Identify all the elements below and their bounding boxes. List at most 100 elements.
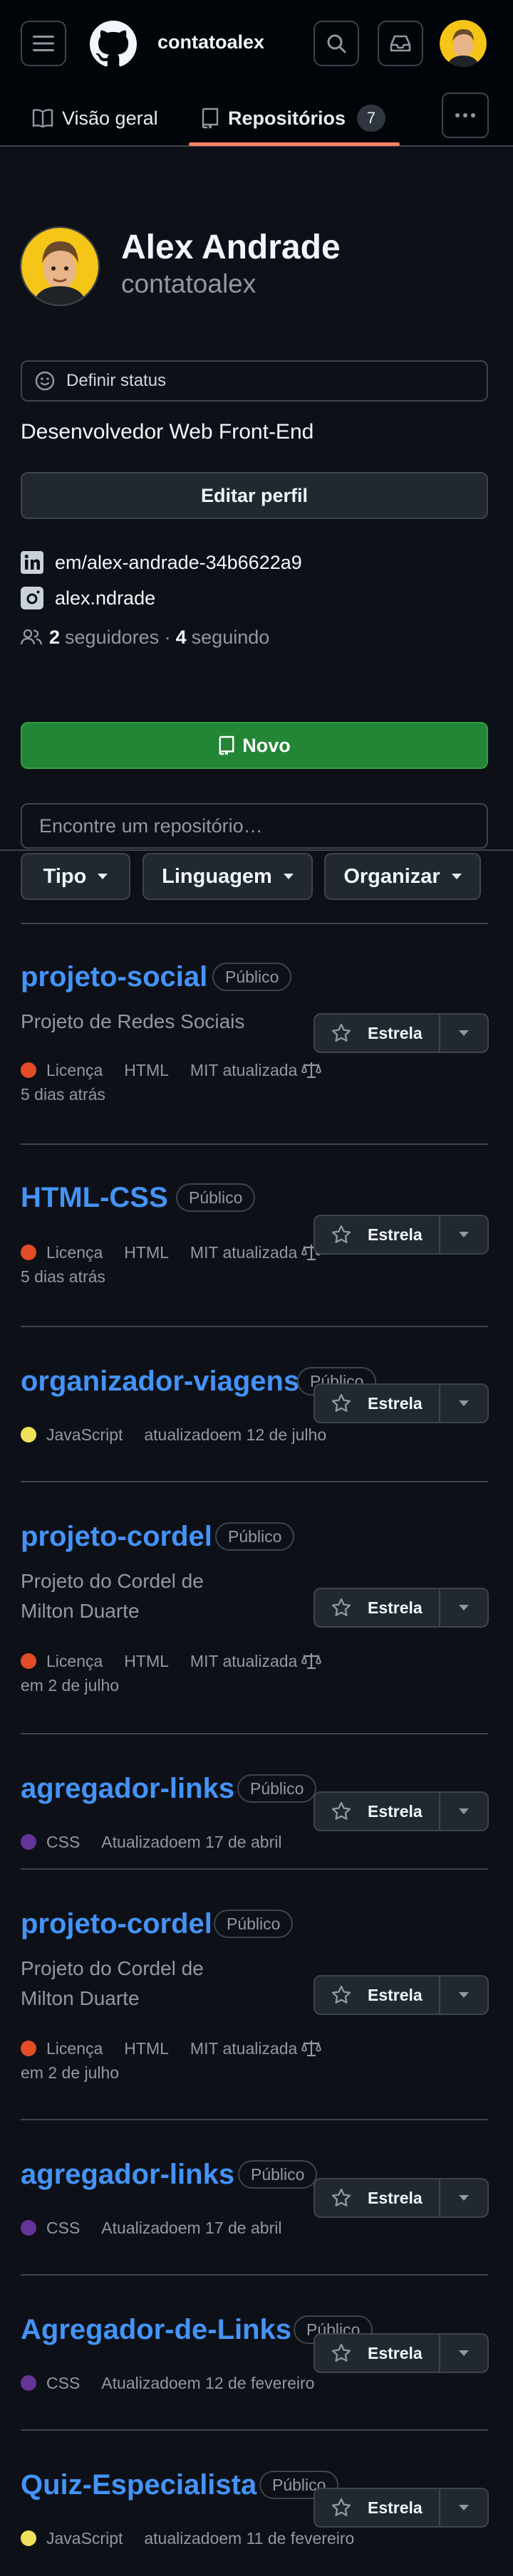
repo-name-link[interactable]: projeto-cordel: [21, 1521, 212, 1553]
star-label: Estrela: [368, 2498, 423, 2517]
repo-meta-item: Licença: [46, 1060, 103, 1079]
repo-description-line: Milton Duarte: [21, 1600, 140, 1622]
more-tabs-button[interactable]: [442, 93, 489, 138]
new-repo-button[interactable]: Novo: [21, 722, 488, 769]
kebab-horizontal-icon: [455, 113, 475, 117]
filter-language-label: Linguagem: [162, 864, 272, 888]
divider: [21, 1143, 488, 1145]
linkedin-text: em/alex-andrade-34b6622a9: [55, 551, 302, 573]
star-label: Estrela: [368, 2343, 423, 2362]
follow-stats[interactable]: 2 seguidores · 4 seguindo: [21, 624, 269, 650]
caret-down-icon: [459, 1400, 469, 1406]
star-label: Estrela: [368, 1393, 423, 1413]
star-button[interactable]: Estrela: [314, 2178, 440, 2218]
filter-sort-button[interactable]: Organizar: [324, 853, 481, 900]
law-icon: [301, 2041, 322, 2057]
repo-search-input[interactable]: [21, 803, 488, 849]
repo-meta-item: JavaScript: [46, 1425, 123, 1444]
repo-meta-item: Licença: [46, 1242, 103, 1262]
star-list-dropdown[interactable]: [440, 2488, 489, 2528]
star-label: Estrela: [368, 1023, 423, 1042]
following-count: 4: [175, 626, 187, 648]
repo-meta: JavaScript atualizadoem 11 de fevereiro: [21, 2526, 354, 2550]
linkedin-link[interactable]: em/alex-andrade-34b6622a9: [21, 550, 302, 575]
star-icon: [331, 1801, 351, 1820]
profile-bio: Desenvolvedor Web Front-End: [21, 420, 314, 444]
repo-meta-item: Atualizadoem 12 de fevereiro: [101, 2373, 315, 2392]
people-icon: [21, 629, 42, 645]
caret-down-icon: [459, 1030, 469, 1036]
header-title[interactable]: contatoalex: [157, 31, 264, 53]
search-button[interactable]: [314, 21, 359, 66]
repo-count-badge: 7: [357, 105, 386, 132]
filter-type-label: Tipo: [43, 864, 87, 888]
star-button[interactable]: Estrela: [314, 1975, 440, 2015]
set-status-button[interactable]: Definir status: [21, 360, 488, 402]
new-repo-label: Novo: [242, 734, 291, 756]
repo-icon: [202, 108, 219, 129]
repo-meta-item: MIT atualizada: [190, 1651, 298, 1670]
filter-language-button[interactable]: Linguagem: [142, 853, 313, 900]
star-list-dropdown[interactable]: [440, 1383, 489, 1423]
profile-avatar[interactable]: [20, 226, 100, 306]
star-list-dropdown[interactable]: [440, 2178, 489, 2218]
law-icon: [301, 1062, 322, 1079]
repo-name-link[interactable]: Quiz-Especialista: [21, 2469, 256, 2501]
star-button[interactable]: Estrela: [314, 2333, 440, 2373]
menu-button[interactable]: [21, 21, 66, 66]
divider: [21, 2274, 488, 2276]
star-list-dropdown[interactable]: [440, 1013, 489, 1053]
repo-name-link[interactable]: projeto-social: [21, 961, 207, 993]
repo-meta-item: Licença: [46, 1651, 103, 1670]
star-icon: [331, 2343, 351, 2362]
repo-name-link[interactable]: agregador-links: [21, 2159, 234, 2191]
caret-down-icon: [451, 874, 462, 879]
repo-icon: [219, 735, 234, 755]
github-logo-icon[interactable]: [90, 21, 137, 68]
star-label: Estrela: [368, 2188, 423, 2207]
tab-repositories[interactable]: Repositórios 7: [201, 103, 386, 134]
tab-overview[interactable]: Visão geral: [32, 103, 158, 134]
tab-repositories-label: Repositórios: [228, 107, 346, 129]
user-avatar[interactable]: [440, 20, 487, 67]
star-list-dropdown[interactable]: [440, 2333, 489, 2373]
star-button[interactable]: Estrela: [314, 1013, 440, 1053]
star-list-dropdown[interactable]: [440, 1975, 489, 2015]
star-label: Estrela: [368, 1225, 423, 1244]
star-list-dropdown[interactable]: [440, 1791, 489, 1831]
followers-count: 2: [49, 626, 61, 648]
star-label: Estrela: [368, 1985, 423, 2004]
language-color-dot: [21, 2530, 36, 2546]
star-button[interactable]: Estrela: [314, 2488, 440, 2528]
star-button[interactable]: Estrela: [314, 1791, 440, 1831]
star-label: Estrela: [368, 1598, 423, 1617]
star-button-group: Estrela: [314, 1791, 489, 1831]
star-button[interactable]: Estrela: [314, 1588, 440, 1628]
caret-down-icon: [98, 874, 108, 879]
repo-name-link[interactable]: projeto-cordel: [21, 1908, 212, 1940]
instagram-link[interactable]: alex.ndrade: [21, 585, 155, 611]
repo-name-link[interactable]: agregador-links: [21, 1773, 234, 1805]
repo-name-link[interactable]: organizador-viagens: [21, 1366, 299, 1398]
profile-name: Alex Andrade: [121, 229, 341, 266]
star-button[interactable]: Estrela: [314, 1215, 440, 1255]
star-button-group: Estrela: [314, 2488, 489, 2528]
law-icon: [301, 1653, 322, 1670]
divider: [21, 1733, 488, 1734]
search-icon: [327, 34, 346, 53]
repo-updated-date: 5 dias atrás: [21, 1085, 105, 1104]
inbox-button[interactable]: [378, 21, 423, 66]
caret-down-icon: [283, 874, 294, 879]
repo-meta-item: MIT atualizada: [190, 1242, 298, 1262]
repo-meta-item: atualizadoem 12 de julho: [144, 1425, 327, 1444]
repo-name-link[interactable]: Agregador-de-Links: [21, 2314, 291, 2346]
star-list-dropdown[interactable]: [440, 1215, 489, 1255]
star-button[interactable]: Estrela: [314, 1383, 440, 1423]
star-list-dropdown[interactable]: [440, 1588, 489, 1628]
repo-name-link[interactable]: HTML-CSS: [21, 1182, 168, 1214]
edit-profile-button[interactable]: Editar perfil: [21, 472, 488, 519]
set-status-label: Definir status: [66, 371, 167, 390]
repo-meta: Licença HTML MIT atualizada: [21, 1058, 322, 1082]
repo-description-line: Projeto do Cordel de: [21, 1957, 204, 1979]
filter-type-button[interactable]: Tipo: [21, 853, 130, 900]
